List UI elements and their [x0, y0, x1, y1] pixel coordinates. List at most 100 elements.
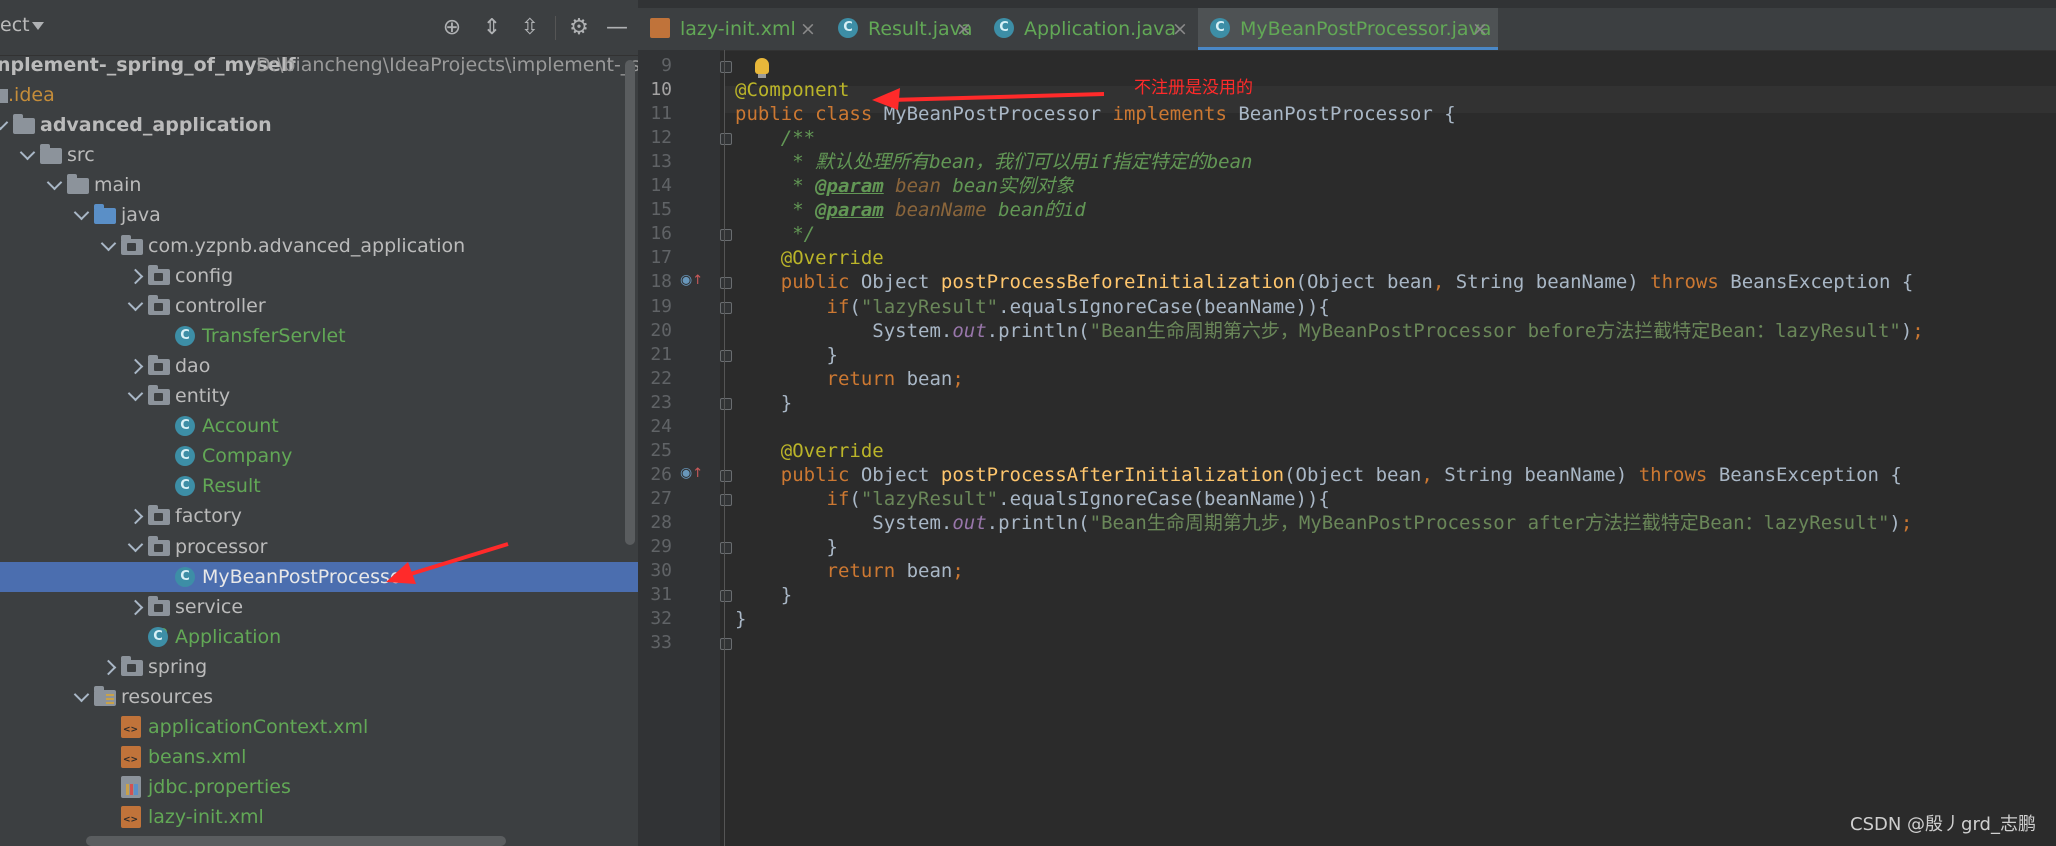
- fold-marker-icon[interactable]: [720, 61, 732, 73]
- fold-marker-icon[interactable]: [720, 350, 732, 362]
- tree-item-label: factory: [175, 505, 242, 527]
- tree-item[interactable]: advanced_application: [0, 110, 638, 140]
- tree-item-label: jdbc.properties: [148, 776, 291, 798]
- tree-item[interactable]: C Account: [0, 411, 638, 441]
- chevron-down-icon[interactable]: [127, 385, 144, 402]
- fold-marker-icon[interactable]: [720, 229, 732, 241]
- tree-item[interactable]: controller: [0, 291, 638, 321]
- tree-item[interactable]: C Result: [0, 471, 638, 501]
- tree-item[interactable]: C MyBeanPostProcessor: [0, 562, 638, 592]
- tree-item[interactable]: config: [0, 261, 638, 291]
- chevron-down-icon[interactable]: [19, 144, 36, 161]
- root-name: nplement-_spring_of_myself: [0, 54, 296, 76]
- code-line: public Object postProcessAfterInitializa…: [735, 464, 1902, 486]
- line-number: 29: [650, 536, 672, 557]
- tree-item-label: spring: [148, 656, 208, 678]
- tab-label: MyBeanPostProcessor.java: [1240, 18, 1492, 40]
- view-dropdown-icon[interactable]: [32, 22, 44, 30]
- chevron-right-icon[interactable]: [127, 508, 144, 525]
- tree-item-label: advanced_application: [40, 114, 272, 136]
- chevron-down-icon[interactable]: [73, 686, 90, 703]
- chevron-down-icon[interactable]: [100, 235, 117, 252]
- tree-item[interactable]: processor: [0, 532, 638, 562]
- tree-item[interactable]: entity: [0, 381, 638, 411]
- override-method-icon[interactable]: ◉↑: [680, 465, 703, 481]
- hide-panel-icon[interactable]: —: [603, 14, 631, 42]
- tree-item[interactable]: C Application: [0, 622, 638, 652]
- chevron-right-icon[interactable]: [100, 659, 117, 676]
- gear-icon[interactable]: ⚙: [565, 14, 593, 42]
- lightbulb-icon[interactable]: [755, 58, 769, 78]
- tree-item[interactable]: main: [0, 170, 638, 200]
- code-line: return bean;: [735, 560, 964, 582]
- package-icon: [148, 505, 170, 525]
- editor-tab[interactable]: C Result.java ×: [826, 8, 982, 50]
- collapse-all-icon[interactable]: ⇳: [516, 14, 544, 42]
- properties-file-icon: [121, 776, 141, 798]
- module-folder-icon: [13, 114, 35, 134]
- tree-item[interactable]: service: [0, 592, 638, 622]
- code-line: }: [735, 392, 793, 414]
- code-line: if("lazyResult".equalsIgnoreCase(beanNam…: [735, 296, 1330, 318]
- fold-marker-icon[interactable]: [720, 277, 732, 289]
- editor-tab[interactable]: C Application.java ×: [982, 8, 1198, 50]
- chevron-right-icon[interactable]: [127, 358, 144, 375]
- tree-item[interactable]: java: [0, 200, 638, 230]
- chevron-right-icon[interactable]: [127, 268, 144, 285]
- tree-item[interactable]: dao: [0, 351, 638, 381]
- tab-label: Application.java: [1024, 18, 1177, 40]
- chevron-down-icon[interactable]: [73, 204, 90, 221]
- tree-item[interactable]: lazy-init.xml: [0, 802, 638, 832]
- fold-marker-icon[interactable]: [720, 638, 732, 650]
- close-icon[interactable]: ×: [1172, 17, 1188, 41]
- arrow-to-component: [872, 88, 1105, 110]
- tree-item[interactable]: C TransferServlet: [0, 321, 638, 351]
- close-icon[interactable]: ×: [1472, 17, 1488, 41]
- line-number: 32: [650, 608, 672, 629]
- tree-item[interactable]: factory: [0, 501, 638, 531]
- fold-marker-icon[interactable]: [720, 302, 732, 314]
- vertical-scrollbar[interactable]: [625, 60, 635, 545]
- fold-marker-icon[interactable]: [720, 494, 732, 506]
- fold-marker-icon[interactable]: [720, 398, 732, 410]
- tree-item[interactable]: spring: [0, 652, 638, 682]
- tree-root[interactable]: nplement-_spring_of_myself D:\biancheng\…: [0, 50, 638, 80]
- fold-marker-icon[interactable]: [720, 542, 732, 554]
- close-icon[interactable]: ×: [956, 17, 972, 41]
- line-number: 20: [650, 320, 672, 341]
- tree-item[interactable]: com.yzpnb.advanced_application: [0, 231, 638, 261]
- chevron-down-icon[interactable]: [0, 114, 9, 131]
- class-icon: C: [175, 326, 195, 346]
- project-header: ect ⊕ ⇕ ⇳ ⚙ —: [0, 0, 638, 56]
- expand-all-icon[interactable]: ⇕: [478, 14, 506, 42]
- chevron-down-icon[interactable]: [127, 295, 144, 312]
- chevron-down-icon[interactable]: [46, 174, 63, 191]
- class-icon: C: [1210, 18, 1230, 38]
- chevron-right-icon[interactable]: [127, 599, 144, 616]
- fold-marker-icon[interactable]: [720, 470, 732, 482]
- class-icon: C: [175, 446, 195, 466]
- project-view-title[interactable]: ect: [0, 14, 30, 36]
- editor-tab[interactable]: C MyBeanPostProcessor.java ×: [1198, 8, 1498, 50]
- tree-item-label: beans.xml: [148, 746, 247, 768]
- tree-item[interactable]: beans.xml: [0, 742, 638, 772]
- editor-tab[interactable]: lazy-init.xml ×: [638, 8, 826, 50]
- class-icon: C: [175, 416, 195, 436]
- tree-item[interactable]: applicationContext.xml: [0, 712, 638, 742]
- tree-item-label: Company: [202, 445, 293, 467]
- line-number: 19: [650, 296, 672, 317]
- tree-item[interactable]: resources: [0, 682, 638, 712]
- tree-item[interactable]: src: [0, 140, 638, 170]
- close-icon[interactable]: ×: [800, 17, 816, 41]
- tree-item[interactable]: C Company: [0, 441, 638, 471]
- tree-item[interactable]: jdbc.properties: [0, 772, 638, 802]
- chevron-down-icon[interactable]: [127, 536, 144, 553]
- fold-marker-icon[interactable]: [720, 133, 732, 145]
- package-icon: [148, 265, 170, 285]
- locate-file-icon[interactable]: ⊕: [438, 14, 466, 42]
- override-method-icon[interactable]: ◉↑: [680, 272, 703, 288]
- fold-marker-icon[interactable]: [720, 590, 732, 602]
- tree-item[interactable]: .idea: [0, 80, 638, 110]
- line-number: 23: [650, 392, 672, 413]
- horizontal-scrollbar[interactable]: [86, 836, 506, 846]
